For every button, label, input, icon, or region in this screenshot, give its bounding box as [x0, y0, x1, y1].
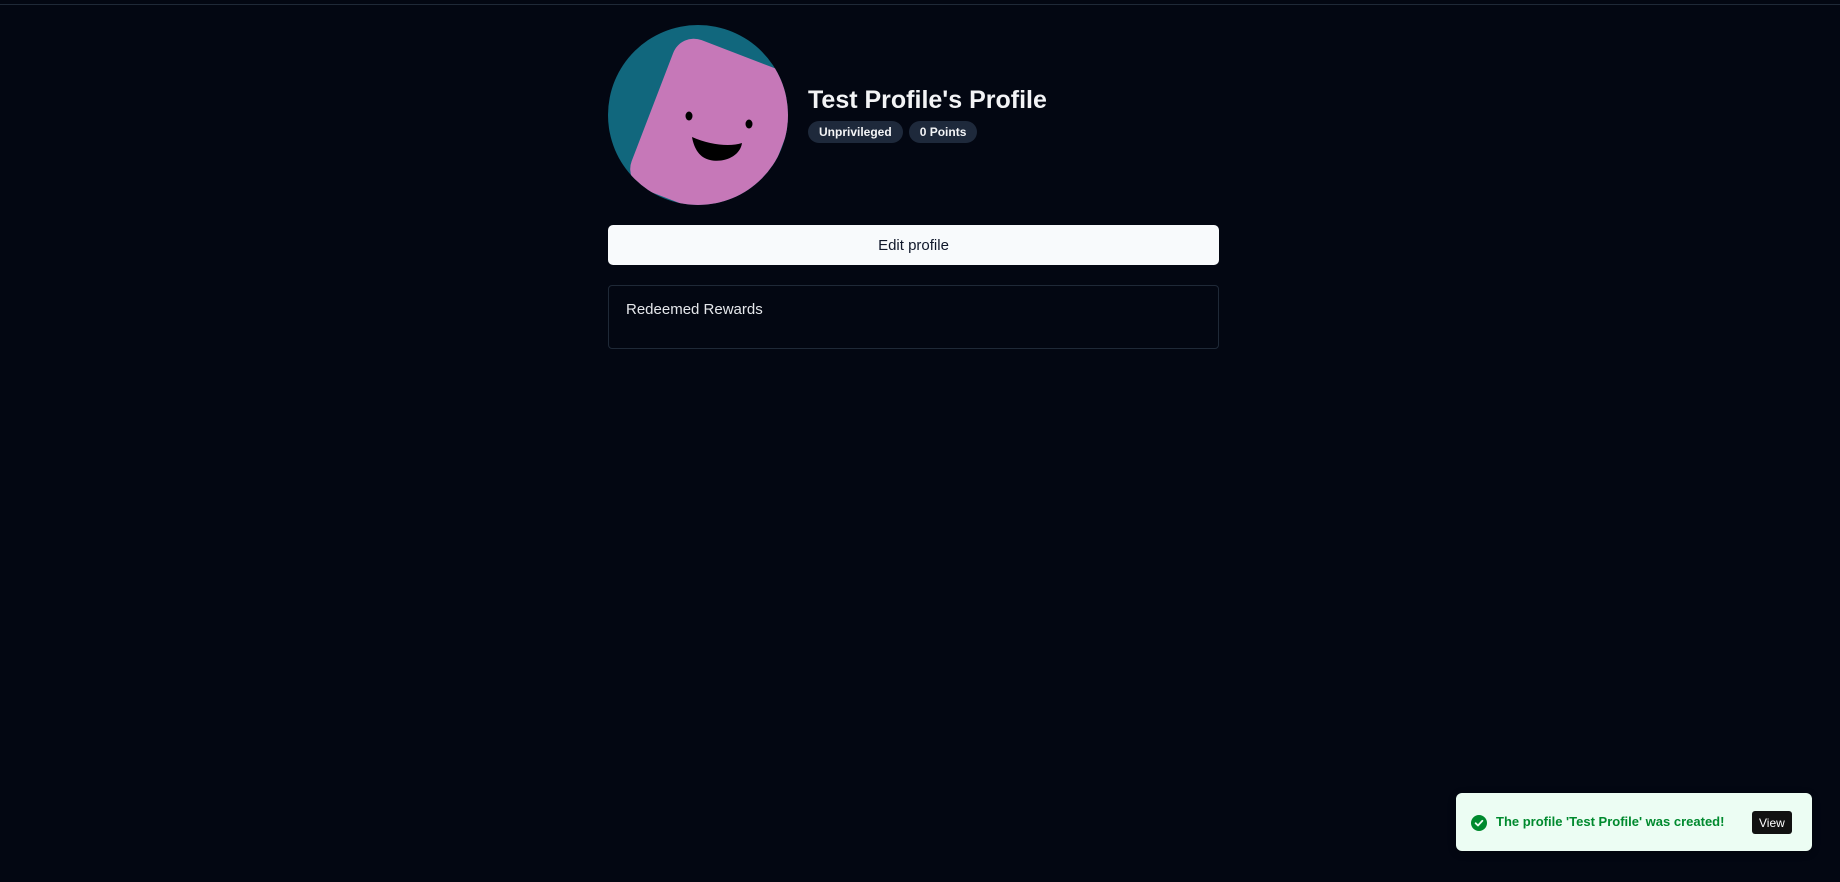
points-badge: 0 Points: [908, 121, 978, 143]
avatar: [608, 25, 788, 205]
check-circle-icon: [1471, 815, 1487, 831]
redeemed-rewards-card: Redeemed Rewards: [608, 285, 1219, 349]
toast-message: The profile 'Test Profile' was created!: [1496, 814, 1725, 829]
toast-view-button[interactable]: View: [1752, 811, 1792, 834]
top-divider: [0, 4, 1840, 5]
success-toast: The profile 'Test Profile' was created! …: [1456, 793, 1812, 851]
smiling-face-avatar-icon: [608, 25, 788, 205]
edit-profile-button[interactable]: Edit profile: [608, 225, 1219, 265]
role-badge: Unprivileged: [808, 121, 903, 143]
profile-badges: Unprivileged 0 Points: [808, 121, 1047, 143]
profile-name-block: Test Profile's Profile Unprivileged 0 Po…: [808, 85, 1047, 143]
redeemed-rewards-title: Redeemed Rewards: [626, 301, 763, 318]
page-title: Test Profile's Profile: [808, 86, 1047, 114]
profile-header: Test Profile's Profile Unprivileged 0 Po…: [608, 25, 1220, 205]
